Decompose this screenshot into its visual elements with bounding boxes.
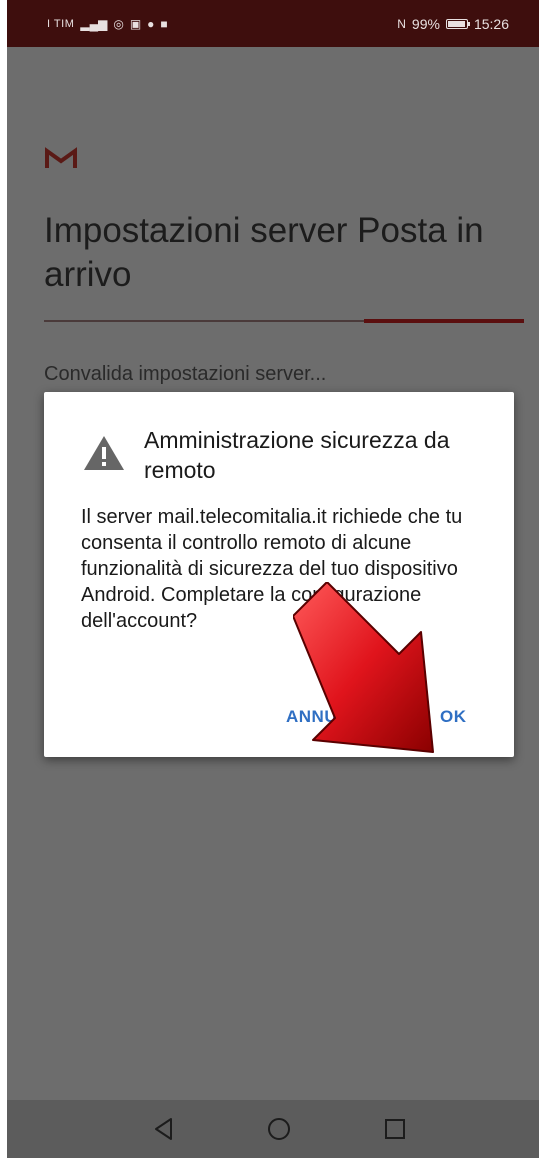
status-bar-right: N 99% 15:26: [397, 16, 509, 32]
carrier-label: I TIM: [47, 17, 75, 30]
image-notification-icon: ▣: [129, 16, 142, 31]
status-bar: I TIM ▂▄▆ ◎ ▣ ● ■ N 99% 15:26: [7, 0, 539, 47]
nfc-icon: N: [397, 16, 406, 31]
signal-icon: ▂▄▆: [80, 16, 108, 31]
back-triangle-icon[interactable]: [150, 1114, 180, 1144]
clock: 15:26: [473, 15, 509, 32]
app-notification-icon: ■: [160, 16, 168, 31]
location-icon: ●: [147, 16, 155, 31]
annotation-arrow-icon: [293, 582, 434, 753]
status-bar-left: I TIM ▂▄▆ ◎ ▣ ● ■: [47, 17, 168, 31]
app-content: Impostazioni server Posta in arrivo Conv…: [7, 47, 539, 1100]
battery-icon: [445, 18, 470, 29]
home-circle-icon[interactable]: [264, 1114, 294, 1144]
hotspot-icon: ◎: [113, 16, 124, 31]
navigation-bar: [7, 1100, 539, 1158]
battery-percent: 99%: [411, 15, 440, 32]
dialog-title: Amministrazione sicurezza da remoto: [144, 427, 450, 483]
recents-square-icon[interactable]: [380, 1114, 410, 1144]
warning-icon: [84, 436, 124, 470]
phone-screen: I TIM ▂▄▆ ◎ ▣ ● ■ N 99% 15:26 Impostazio…: [7, 0, 539, 1158]
